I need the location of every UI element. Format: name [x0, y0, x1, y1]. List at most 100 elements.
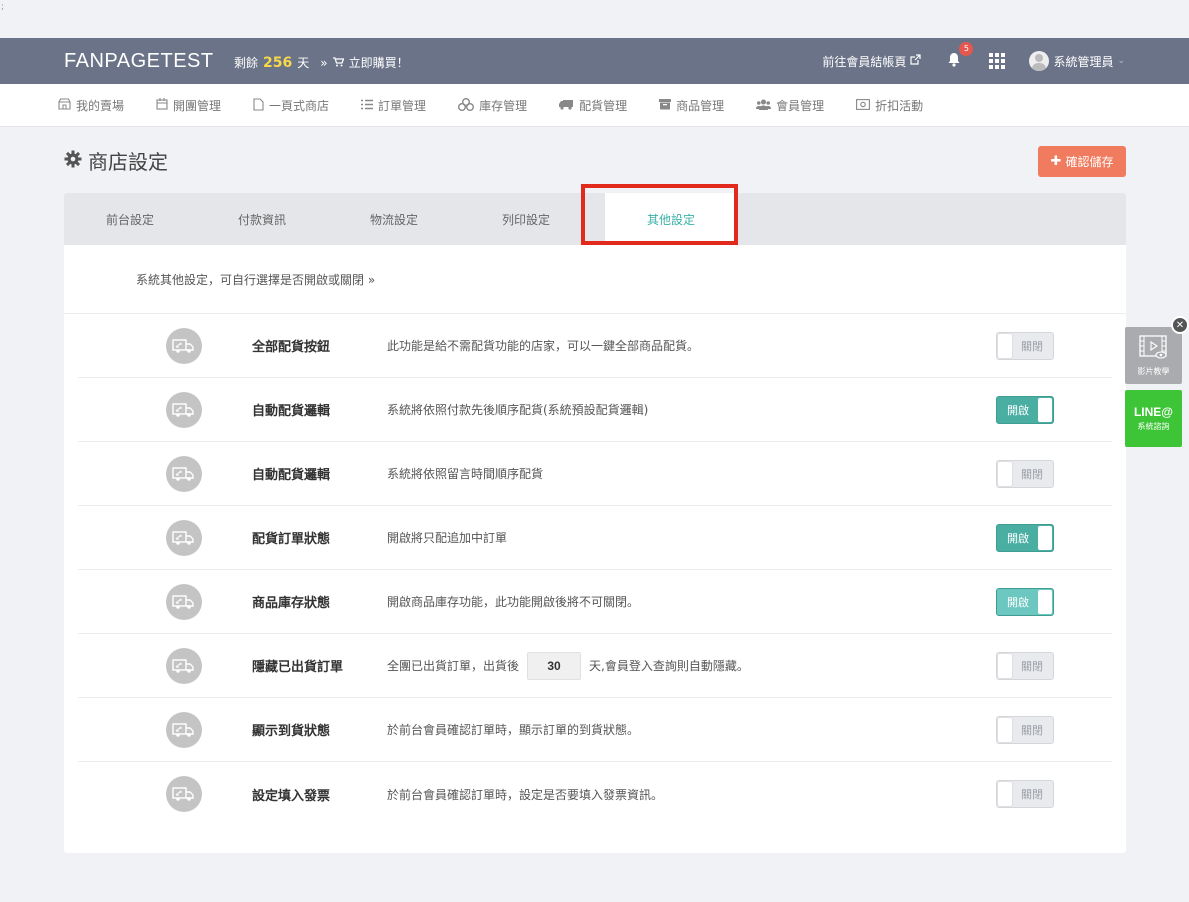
- setting-title: 顯示到貨狀態: [252, 724, 331, 739]
- toggle-label: 關閉: [1021, 788, 1043, 801]
- save-button-label: 確認儲存: [1065, 155, 1114, 169]
- exchange-truck-icon: [166, 711, 202, 748]
- setting-row: 配貨訂單狀態 開啟將只配追加中訂單 開啟: [78, 506, 1112, 570]
- setting-toggle[interactable]: 開啟: [996, 523, 1054, 552]
- toggle-label: 關閉: [1021, 339, 1043, 353]
- nav-item-store[interactable]: 我的賣場: [58, 97, 124, 114]
- user-menu[interactable]: 系統管理員 ⌄: [1029, 51, 1125, 71]
- toggle-knob: [1038, 525, 1052, 550]
- toggle-knob: [1038, 397, 1052, 422]
- toggle-knob: [998, 782, 1012, 806]
- store-icon: [58, 98, 71, 113]
- remain-prefix: 剩餘: [234, 56, 259, 70]
- setting-toggle[interactable]: 開啟: [996, 395, 1054, 424]
- exchange-truck-icon: [166, 455, 202, 492]
- top-right-area: 前往會員結帳頁 5 系統管理員 ⌄: [822, 38, 1125, 84]
- nav-label: 配貨管理: [579, 99, 628, 113]
- checkout-link-label: 前往會員結帳頁: [822, 54, 907, 69]
- external-link-icon: [910, 54, 922, 68]
- checkout-link[interactable]: 前往會員結帳頁: [822, 53, 922, 70]
- nav-label: 庫存管理: [479, 99, 528, 113]
- archive-icon: [659, 98, 672, 113]
- nav-label: 一頁式商店: [269, 99, 330, 113]
- setting-toggle[interactable]: 關閉: [996, 651, 1054, 680]
- exchange-truck-icon: [166, 519, 202, 556]
- plus-icon: ✚: [1050, 154, 1062, 169]
- nav-item-products[interactable]: 商品管理: [659, 97, 724, 114]
- toggle-label: 關閉: [1021, 723, 1043, 737]
- notification-badge: 5: [959, 42, 974, 56]
- setting-toggle[interactable]: 關閉: [996, 780, 1054, 808]
- calendar-icon: [156, 98, 168, 113]
- nav-item-discounts[interactable]: 折扣活動: [856, 97, 923, 114]
- desc-before: 全團已出貨訂單，出貨後: [387, 659, 520, 673]
- line-contact-button[interactable]: LINE@ 系統諮詢: [1125, 390, 1182, 447]
- gear-icon: [64, 149, 82, 173]
- nav-label: 折扣活動: [875, 99, 924, 113]
- setting-row: 設定填入發票 於前台會員確認訂單時，設定是否要填入發票資訊。 關閉: [78, 762, 1112, 826]
- settings-card: 前台設定 付款資訊 物流設定 列印設定 其他設定 系統其他設定，可自行選擇是否開…: [64, 193, 1126, 853]
- nav-item-group-buy[interactable]: 開團管理: [156, 97, 221, 114]
- nav-item-members[interactable]: 會員管理: [756, 97, 824, 114]
- cart-icon: [332, 56, 345, 70]
- list-icon: [361, 99, 374, 113]
- setting-toggle[interactable]: 關閉: [996, 459, 1054, 488]
- bell-icon: [947, 53, 961, 70]
- brand-logo[interactable]: FANPAGETEST: [64, 50, 214, 73]
- setting-title: 全部配貨按鈕: [252, 340, 331, 355]
- exchange-truck-icon: [166, 583, 202, 620]
- main-nav: 我的賣場 開團管理 一頁式商店 訂單管理 庫存管理 配貨管理 商品管理 會員管理…: [0, 84, 1189, 127]
- buy-arrow: »: [320, 55, 328, 70]
- desc-after: 天,會員登入查詢則自動隱藏。: [589, 659, 749, 673]
- nav-item-distribution[interactable]: 配貨管理: [559, 97, 627, 114]
- toggle-label: 關閉: [1021, 659, 1043, 673]
- truck-icon: [559, 99, 574, 113]
- apps-grid-icon[interactable]: [989, 53, 1006, 69]
- avatar: [1029, 51, 1050, 71]
- money-icon: [856, 98, 871, 113]
- video-tutorial-label: 影片教學: [1137, 366, 1170, 376]
- setting-title: 配貨訂單狀態: [252, 532, 331, 547]
- close-icon[interactable]: ✕: [1171, 316, 1189, 334]
- exchange-truck-icon: [166, 647, 202, 684]
- toggle-knob: [998, 461, 1012, 486]
- setting-description: 開啟商品庫存功能，此功能開啟後將不可關閉。: [387, 595, 640, 609]
- setting-row: 商品庫存狀態 開啟商品庫存功能，此功能開啟後將不可關閉。 開啟: [78, 570, 1112, 634]
- nav-label: 我的賣場: [76, 99, 125, 113]
- nav-label: 訂單管理: [378, 99, 427, 113]
- setting-description: 系統將依照付款先後順序配貨(系統預設配貨邏輯): [387, 403, 649, 417]
- video-tutorial-button[interactable]: 影片教學: [1125, 327, 1182, 384]
- tab-payment[interactable]: 付款資訊: [196, 193, 328, 245]
- toggle-label: 開啟: [1007, 595, 1029, 609]
- tab-frontend[interactable]: 前台設定: [64, 193, 196, 245]
- exchange-truck-icon: [166, 391, 202, 428]
- top-bar: FANPAGETEST 剩餘 256 天 » 立即購買！ 前往會員結帳頁 5 系…: [0, 38, 1189, 84]
- setting-toggle[interactable]: 開啟: [996, 587, 1054, 616]
- toggle-label: 開啟: [1007, 531, 1029, 545]
- nav-label: 開團管理: [173, 99, 222, 113]
- toggle-knob: [1038, 589, 1052, 614]
- nav-item-orders[interactable]: 訂單管理: [361, 97, 426, 114]
- setting-title: 自動配貨邏輯: [252, 468, 331, 483]
- video-icon: [1138, 334, 1169, 363]
- setting-description: 開啟將只配追加中訂單: [387, 531, 508, 545]
- setting-toggle[interactable]: 關閉: [996, 715, 1054, 744]
- nav-item-inventory[interactable]: 庫存管理: [458, 97, 527, 114]
- remain-days-count: 256: [263, 54, 293, 71]
- setting-description: 全團已出貨訂單，出貨後 天,會員登入查詢則自動隱藏。: [387, 651, 749, 680]
- buy-now-link[interactable]: 立即購買！: [349, 54, 409, 71]
- corner-mark: ;: [1, 2, 5, 12]
- tab-print[interactable]: 列印設定: [460, 193, 592, 245]
- nav-item-one-page-store[interactable]: 一頁式商店: [253, 97, 329, 114]
- save-button[interactable]: ✚ 確認儲存: [1038, 146, 1126, 177]
- setting-title: 設定填入發票: [252, 788, 331, 804]
- notification-bell[interactable]: 5: [947, 42, 974, 70]
- setting-row: 顯示到貨狀態 於前台會員確認訂單時，顯示訂單的到貨狀態。 關閉: [78, 698, 1112, 762]
- line-label: LINE@: [1133, 405, 1174, 419]
- setting-description: 於前台會員確認訂單時，設定是否要填入發票資訊。: [387, 787, 664, 802]
- hide-days-input[interactable]: [527, 651, 582, 680]
- setting-description: 於前台會員確認訂單時，顯示訂單的到貨狀態。: [387, 723, 640, 737]
- tab-logistics[interactable]: 物流設定: [328, 193, 460, 245]
- setting-row: 全部配貨按鈕 此功能是給不需配貨功能的店家，可以一鍵全部商品配貨。 關閉: [78, 314, 1112, 378]
- setting-toggle[interactable]: 關閉: [996, 331, 1054, 360]
